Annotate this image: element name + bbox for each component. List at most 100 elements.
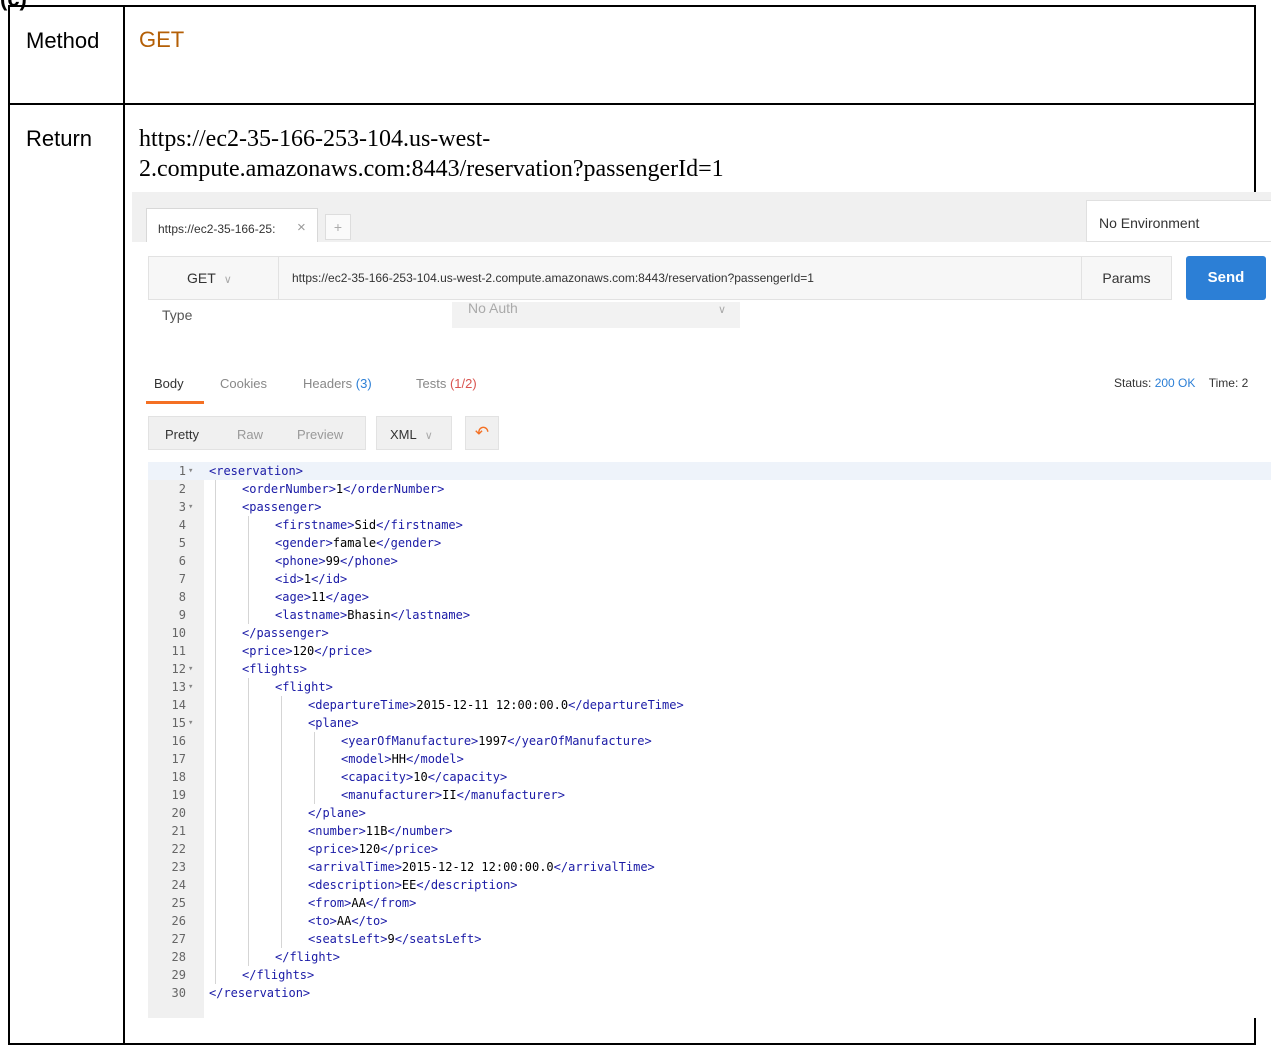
return-url: https://ec2-35-166-253-104.us-west- 2.co… <box>139 124 1219 184</box>
method-label: Method <box>26 28 100 53</box>
code-line: 16 <yearOfManufacture>1997</yearOfManufac… <box>148 732 1271 750</box>
code-line: 27 <seatsLeft>9</seatsLeft> <box>148 930 1271 948</box>
code-text: <manufacturer>II</manufacturer> <box>341 788 565 802</box>
code-text: </reservation> <box>209 986 311 1000</box>
tab-headers-label: Headers <box>303 376 353 391</box>
format-pretty[interactable]: Pretty <box>165 427 199 442</box>
code-text: <capacity>10</capacity> <box>341 770 508 784</box>
code-line: 15 ▾ <plane> <box>148 714 1271 732</box>
code-text: <price>120</price> <box>308 842 439 856</box>
fold-toggle-icon[interactable]: ▾ <box>188 660 193 678</box>
line-number: 24 <box>171 878 186 892</box>
fold-toggle-icon[interactable]: ▾ <box>188 462 193 480</box>
code-line: 3 ▾ <passenger> <box>148 498 1271 516</box>
url-bar: GET ∨ https://ec2-35-166-253-104.us-west-… <box>148 256 1082 300</box>
indent-guide <box>248 678 249 966</box>
line-number: 22 <box>171 842 186 856</box>
code-line: 29 </flights> <box>148 966 1271 984</box>
code-text: <age>11</age> <box>275 590 369 604</box>
line-number: 7 <box>178 572 186 586</box>
column-divider <box>123 7 125 1043</box>
params-button[interactable]: Params <box>1082 256 1172 300</box>
line-number: 11 <box>171 644 186 658</box>
environment-select[interactable]: No Environment <box>1086 200 1271 242</box>
method-dropdown[interactable]: GET ∨ <box>149 257 279 299</box>
code-line: 21 <number>11B</number> <box>148 822 1271 840</box>
code-text: <price>120</price> <box>242 644 373 658</box>
auth-type-value: No Auth <box>468 302 518 316</box>
format-preview[interactable]: Preview <box>297 427 343 442</box>
code-text: <phone>99</phone> <box>275 554 398 568</box>
code-text: <lastname>Bhasin</lastname> <box>275 608 471 622</box>
format-toggle: Pretty Raw Preview <box>148 416 366 450</box>
code-text: <departureTime>2015-12-11 12:00:00.0</de… <box>308 698 684 712</box>
auth-type-label: Type <box>162 307 193 323</box>
time-label: Time: 2 <box>1208 376 1249 390</box>
line-number: 8 <box>178 590 186 604</box>
request-url-input[interactable]: https://ec2-35-166-253-104.us-west-2.com… <box>292 271 814 285</box>
code-line: 8 <age>11</age> <box>148 588 1271 606</box>
code-line: 25 <from>AA</from> <box>148 894 1271 912</box>
code-text: </plane> <box>308 806 366 820</box>
line-number: 25 <box>171 896 186 910</box>
tests-count: (1/2) <box>449 376 477 391</box>
code-text: <plane> <box>308 716 359 730</box>
line-number: 12 <box>171 662 186 676</box>
format-raw[interactable]: Raw <box>237 427 263 442</box>
code-text: <seatsLeft>9</seatsLeft> <box>308 932 482 946</box>
tab-body[interactable]: Body <box>154 376 184 391</box>
line-number: 3 <box>178 500 186 514</box>
code-text: </flight> <box>275 950 341 964</box>
line-number: 30 <box>171 986 186 1000</box>
code-line: 13 ▾ <flight> <box>148 678 1271 696</box>
code-text: <number>11B</number> <box>308 824 453 838</box>
code-line: 26 <to>AA</to> <box>148 912 1271 930</box>
indent-guide <box>281 696 282 948</box>
fold-toggle-icon[interactable]: ▾ <box>188 678 193 696</box>
send-button[interactable]: Send <box>1186 256 1266 300</box>
code-line: 30 </reservation> <box>148 984 1271 1002</box>
auth-type-select[interactable]: No Auth ∨ <box>452 302 740 328</box>
format-type-select[interactable]: XML ∨ <box>376 416 452 450</box>
code-line: 2 <orderNumber>1</orderNumber> <box>148 480 1271 498</box>
response-body-editor[interactable]: 1 ▾ <reservation> 2 <orderNumber>1</orderNum… <box>148 462 1271 1018</box>
code-line: 12 ▾ <flights> <box>148 660 1271 678</box>
request-tab[interactable]: https://ec2-35-166-25: × <box>146 208 318 242</box>
tab-tests-label: Tests <box>416 376 447 391</box>
tab-headers[interactable]: Headers (3) <box>303 376 372 391</box>
code-text: <orderNumber>1</orderNumber> <box>242 482 445 496</box>
code-line: 19 <manufacturer>II</manufacturer> <box>148 786 1271 804</box>
code-text: <arrivalTime>2015-12-12 12:00:00.0</arri… <box>308 860 655 874</box>
line-number: 28 <box>171 950 186 964</box>
line-number: 2 <box>178 482 186 496</box>
return-label: Return <box>26 126 93 151</box>
code-line: 28 </flight> <box>148 948 1271 966</box>
line-number: 13 <box>171 680 186 694</box>
chevron-down-icon: ∨ <box>223 274 232 286</box>
code-line: 6 <phone>99</phone> <box>148 552 1271 570</box>
line-number: 20 <box>171 806 186 820</box>
code-line: 11 <price>120</price> <box>148 642 1271 660</box>
status-label: Status: <box>1114 376 1152 390</box>
code-text: <reservation> <box>209 464 303 478</box>
request-tab-bar: https://ec2-35-166-25: × + No Environmen… <box>132 192 1271 242</box>
wrap-lines-icon[interactable]: ↶ <box>465 416 499 450</box>
chevron-down-icon: ∨ <box>424 430 433 442</box>
fold-toggle-icon[interactable]: ▾ <box>188 714 193 732</box>
tab-cookies[interactable]: Cookies <box>220 376 267 391</box>
fold-toggle-icon[interactable]: ▾ <box>188 498 193 516</box>
code-text: </passenger> <box>242 626 329 640</box>
code-line: 9 <lastname>Bhasin</lastname> <box>148 606 1271 624</box>
line-number: 17 <box>171 752 186 766</box>
line-number: 5 <box>178 536 186 550</box>
code-text: <yearOfManufacture>1997</yearOfManufactu… <box>341 734 652 748</box>
request-tab-title: https://ec2-35-166-25: <box>158 222 276 236</box>
code-line: 5 <gender>famale</gender> <box>148 534 1271 552</box>
add-tab-button[interactable]: + <box>325 214 351 240</box>
tab-tests[interactable]: Tests (1/2) <box>416 376 477 391</box>
close-icon[interactable]: × <box>297 219 306 236</box>
line-number: 19 <box>171 788 186 802</box>
method-dropdown-value: GET <box>187 270 216 286</box>
code-line: 17 <model>HH</model> <box>148 750 1271 768</box>
format-type-value: XML <box>390 427 417 442</box>
